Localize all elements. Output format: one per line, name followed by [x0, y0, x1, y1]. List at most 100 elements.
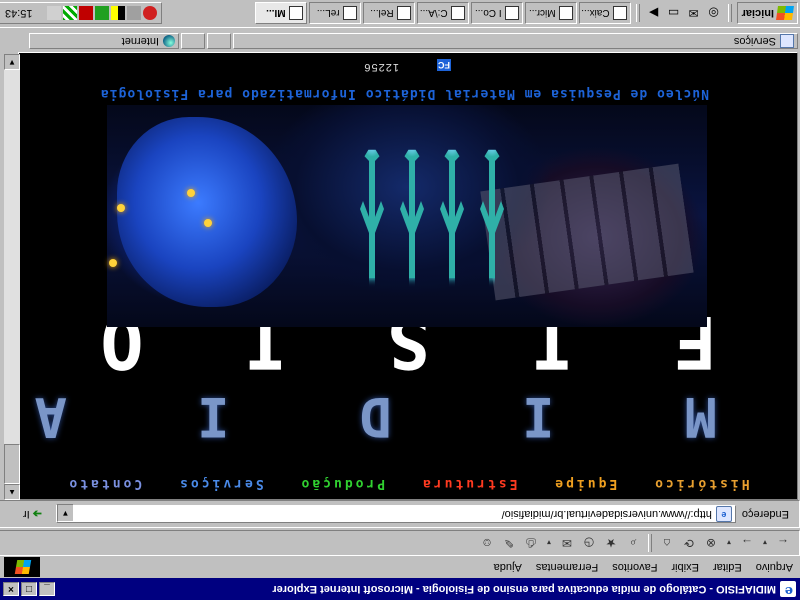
refresh-icon[interactable]: ⟳ — [679, 533, 699, 553]
start-button[interactable]: Iniciar — [736, 2, 798, 24]
vertical-scrollbar[interactable]: ▲ ▼ — [4, 54, 20, 500]
task-label: C:\A... — [419, 7, 448, 19]
go-button[interactable]: ➔ Ir — [23, 508, 42, 521]
flipped-screen: MIDIAFISIO - Catálogo de mídia educativa… — [0, 0, 800, 600]
nav-historico[interactable]: Histórico — [652, 476, 749, 491]
task-icon — [396, 6, 411, 20]
mail-icon[interactable]: ✉ — [557, 533, 577, 553]
favorites-icon[interactable]: ★ — [601, 533, 621, 553]
address-label: Endereço — [741, 508, 789, 520]
go-label: Ir — [22, 508, 30, 520]
menu-exibir[interactable]: Exibir — [664, 561, 706, 573]
start-label: Iniciar — [741, 7, 774, 19]
tray-app-icon[interactable] — [110, 6, 125, 20]
task-label: reL... — [316, 7, 340, 19]
system-tray: 15:43 — [0, 2, 162, 24]
scroll-down-icon[interactable]: ▼ — [4, 54, 20, 70]
highlight-dot — [117, 204, 125, 212]
outlook-quicklaunch-icon[interactable]: ✉ — [685, 4, 703, 22]
clock[interactable]: 15:43 — [5, 7, 33, 19]
site-nav: Histórico Equipe Estrutura Produção Serv… — [19, 476, 797, 491]
task-label: Micr... — [528, 7, 556, 19]
task-button[interactable]: Rel... — [362, 2, 415, 24]
address-bar: Endereço e http://www.universidadevirtua… — [0, 500, 800, 528]
nav-servicos[interactable]: Serviços — [177, 476, 264, 491]
close-button[interactable]: × — [3, 582, 19, 596]
forward-icon[interactable]: → — [737, 533, 757, 553]
messenger-icon[interactable]: ☺ — [477, 533, 497, 553]
task-icon — [504, 6, 519, 20]
stop-icon[interactable]: ⊗ — [701, 533, 721, 553]
nav-equipe[interactable]: Equipe — [552, 476, 617, 491]
menu-favoritos[interactable]: Favoritos — [605, 561, 664, 573]
task-label: Caix... — [581, 7, 610, 19]
back-dropdown-icon[interactable]: ▾ — [759, 533, 771, 553]
keyboard-graphic — [480, 163, 694, 301]
maximize-button[interactable]: □ — [21, 582, 37, 596]
task-icon — [558, 6, 573, 20]
menu-bar: Arquivo Editar Exibir Favoritos Ferramen… — [0, 556, 800, 578]
title-bar: MIDIAFISIO - Catálogo de mídia educativa… — [0, 578, 800, 600]
task-button[interactable]: C:\A... — [416, 2, 469, 24]
brand-midia-text: MIDIA — [18, 385, 717, 448]
nav-producao[interactable]: Produção — [299, 476, 386, 491]
ie-app-icon[interactable] — [780, 581, 796, 597]
task-button[interactable]: Caix... — [578, 2, 631, 24]
task-button[interactable]: reL... — [308, 2, 361, 24]
taskbar: Iniciar ◎ ✉ ▭ ▶ Caix... Micr... I Co... … — [0, 0, 800, 28]
menu-editar[interactable]: Editar — [706, 561, 749, 573]
address-input[interactable]: e http://www.universidadevirtual.br/midi… — [55, 504, 736, 523]
tray-app-icon[interactable] — [78, 6, 93, 20]
tray-app-icon[interactable] — [142, 6, 157, 20]
task-icon — [288, 6, 303, 20]
menu-ajuda[interactable]: Ajuda — [487, 561, 529, 573]
history-icon[interactable]: ◷ — [579, 533, 599, 553]
brain-graphic — [117, 117, 297, 307]
nav-contato[interactable]: Contato — [66, 476, 142, 491]
page-icon: e — [715, 506, 732, 522]
edit-icon[interactable]: ✎ — [499, 533, 519, 553]
menu-ferramentas[interactable]: Ferramentas — [529, 561, 605, 573]
site-subtitle: Núcleo de Pesquisa em Material Didático … — [99, 86, 709, 101]
mail-dropdown-icon[interactable]: ▾ — [543, 533, 555, 553]
search-icon[interactable]: ⌕ — [623, 533, 643, 553]
task-icon — [342, 6, 357, 20]
print-icon[interactable]: ⎙ — [521, 533, 541, 553]
tray-network-icon[interactable] — [126, 6, 141, 20]
desktop-quicklaunch-icon[interactable]: ▭ — [665, 4, 683, 22]
status-pane — [207, 33, 231, 49]
media-quicklaunch-icon[interactable]: ▶ — [645, 4, 663, 22]
ie-quicklaunch-icon[interactable]: ◎ — [705, 4, 723, 22]
task-label: I Co... — [474, 7, 502, 19]
address-dropdown-icon[interactable]: ▼ — [56, 504, 74, 522]
forward-dropdown-icon[interactable]: ▾ — [723, 533, 735, 553]
human-figures-graphic — [307, 127, 507, 297]
task-button[interactable]: Micr... — [524, 2, 577, 24]
status-zone: Internet — [121, 35, 159, 47]
task-button-active[interactable]: MI... — [254, 2, 307, 24]
address-url[interactable]: http://www.universidadevirtual.br/midiaf… — [502, 508, 712, 520]
back-icon[interactable]: ← — [773, 533, 793, 553]
tray-volume-icon[interactable] — [46, 6, 61, 20]
scroll-up-icon[interactable]: ▲ — [4, 484, 20, 500]
tray-app-icon[interactable] — [94, 6, 109, 20]
scroll-thumb[interactable] — [4, 444, 20, 484]
status-text: Serviços — [733, 35, 776, 47]
visit-counter: 12256 — [363, 61, 399, 73]
status-pane — [181, 33, 205, 49]
taskbar-separator — [635, 4, 640, 22]
home-icon[interactable]: ⌂ — [657, 533, 677, 553]
menu-arquivo[interactable]: Arquivo — [749, 561, 800, 573]
task-button[interactable]: I Co... — [470, 2, 523, 24]
task-label: MI... — [266, 7, 286, 19]
hero-banner-image — [107, 105, 707, 327]
window-title: MIDIAFISIO - Catálogo de mídia educativa… — [272, 583, 776, 595]
status-zone-pane: Internet — [29, 33, 179, 49]
highlight-dot — [204, 219, 212, 227]
go-arrow-icon: ➔ — [32, 507, 42, 520]
nav-estrutura[interactable]: Estrutura — [420, 476, 517, 491]
minimize-button[interactable]: _ — [39, 582, 55, 596]
page-content: Histórico Equipe Estrutura Produção Serv… — [18, 52, 798, 500]
fc-badge[interactable]: FC — [437, 59, 451, 71]
tray-app-icon[interactable] — [62, 6, 77, 20]
